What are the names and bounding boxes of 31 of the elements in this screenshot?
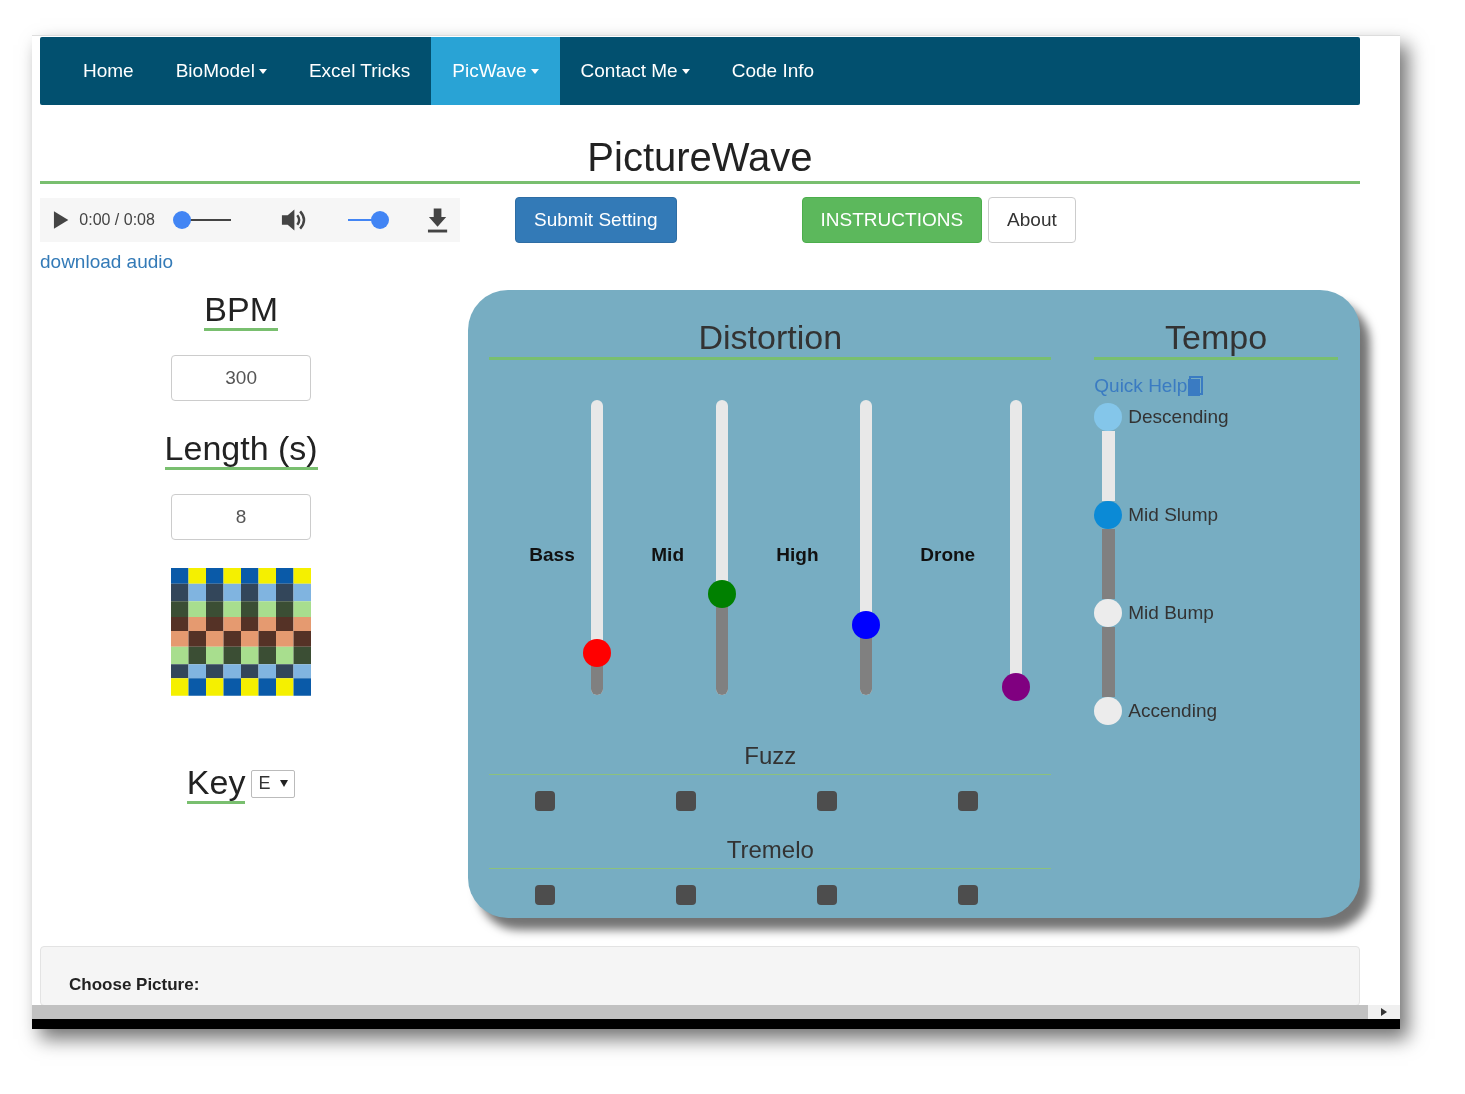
slider-label: High <box>775 543 819 566</box>
length-heading: Length (s) <box>164 429 318 470</box>
nav-item[interactable]: Excel Tricks <box>287 37 432 105</box>
key-heading: Key <box>186 763 246 804</box>
tempo-option[interactable]: Accending <box>1128 697 1217 725</box>
key-select[interactable]: E <box>251 769 296 798</box>
tempo-heading: Tempo <box>1094 317 1338 360</box>
choose-picture-label: Choose Picture: <box>69 975 200 994</box>
slider-label: Mid <box>650 543 684 566</box>
tremelo-heading: Tremelo <box>489 836 1052 869</box>
download-link[interactable]: download audio <box>40 251 174 273</box>
nav-item[interactable]: Code Info <box>710 37 836 105</box>
fuzz-heading: Fuzz <box>489 742 1052 775</box>
about-button[interactable]: About <box>988 197 1076 243</box>
tempo-slider[interactable]: Descending Mid Slump Mid Bump Accending <box>1094 403 1338 727</box>
tempo-option[interactable]: Mid Slump <box>1128 501 1219 529</box>
slider-label: Bass <box>528 543 575 566</box>
tempo-option[interactable]: Mid Bump <box>1128 599 1214 627</box>
slider-label: Drone <box>919 543 976 566</box>
bpm-heading: BPM <box>204 290 278 331</box>
nav-item[interactable]: Contact Me <box>559 37 711 105</box>
page-title: PictureWave <box>586 135 814 181</box>
length-input[interactable]: 8 <box>171 494 312 540</box>
time-display: 0:00 / 0:08 <box>79 211 155 229</box>
distortion-heading: Distortion <box>489 317 1052 360</box>
audio-player[interactable]: 0:00 / 0:08 <box>40 198 460 242</box>
nav-item[interactable]: Home <box>62 37 155 105</box>
tempo-option[interactable]: Descending <box>1128 403 1229 431</box>
bpm-input[interactable]: 300 <box>171 355 312 401</box>
nav-item[interactable]: BioModel <box>154 37 288 105</box>
submit-button[interactable]: Submit Setting <box>515 197 677 243</box>
